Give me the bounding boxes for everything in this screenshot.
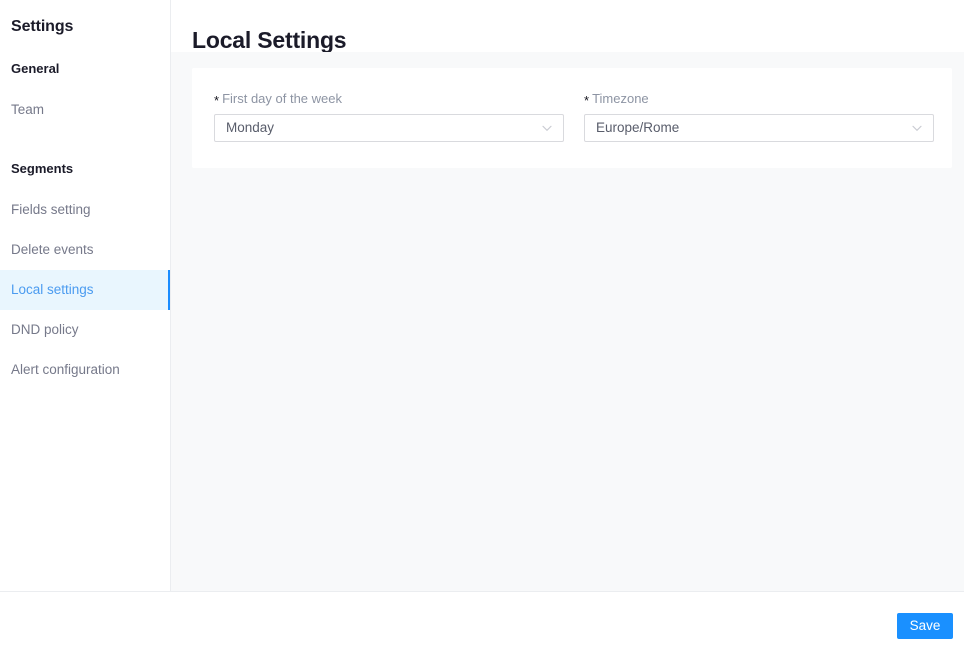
footer-action-bar: Save: [0, 593, 964, 650]
required-asterisk: *: [584, 93, 590, 108]
sidebar-group-label-segments: Segments: [11, 161, 74, 176]
settings-form: * First day of the week Monday * Timezon…: [192, 68, 952, 168]
sidebar-group-label-general: General: [11, 61, 60, 76]
sidebar-item-label: Delete events: [11, 242, 94, 258]
sidebar-item-label: Fields setting: [11, 202, 91, 218]
field-label-first-day-of-week: * First day of the week: [214, 91, 564, 108]
content-area: * First day of the week Monday * Timezon…: [171, 52, 964, 592]
main-content: Local Settings * First day of the week Mo…: [171, 0, 964, 592]
select-timezone[interactable]: Europe/Rome: [584, 114, 934, 142]
field-label-text: First day of the week: [222, 91, 343, 106]
field-label-text: Timezone: [592, 91, 649, 106]
sidebar-item-alert-configuration[interactable]: Alert configuration: [0, 350, 170, 390]
chevron-down-icon[interactable]: [541, 122, 553, 134]
settings-page: Settings General Team Segments Fields se…: [0, 0, 964, 650]
select-first-day-of-week[interactable]: Monday: [214, 114, 564, 142]
field-first-day-of-week: * First day of the week Monday: [214, 92, 564, 142]
sidebar-title: Settings: [11, 18, 74, 35]
select-value: Monday: [226, 120, 275, 136]
sidebar-item-dnd-policy[interactable]: DND policy: [0, 310, 170, 350]
sidebar: Settings General Team Segments Fields se…: [0, 0, 171, 592]
settings-card: * First day of the week Monday * Timezon…: [192, 68, 952, 168]
field-label-timezone: * Timezone: [584, 91, 934, 108]
required-asterisk: *: [214, 93, 220, 108]
select-value: Europe/Rome: [596, 120, 680, 136]
chevron-down-icon[interactable]: [911, 122, 923, 134]
sidebar-item-label: Local settings: [11, 282, 94, 298]
sidebar-item-label: Team: [11, 102, 45, 118]
sidebar-item-label: Alert configuration: [11, 362, 120, 378]
page-header: Local Settings: [171, 0, 964, 54]
sidebar-item-local-settings[interactable]: Local settings: [0, 270, 170, 310]
sidebar-item-team[interactable]: Team: [0, 90, 170, 130]
sidebar-item-label: DND policy: [11, 322, 79, 338]
field-timezone: * Timezone Europe/Rome: [584, 92, 934, 142]
sidebar-item-delete-events[interactable]: Delete events: [0, 230, 170, 270]
save-button[interactable]: Save: [897, 613, 953, 639]
page-title: Local Settings: [192, 27, 347, 54]
sidebar-item-fields-setting[interactable]: Fields setting: [0, 190, 170, 230]
